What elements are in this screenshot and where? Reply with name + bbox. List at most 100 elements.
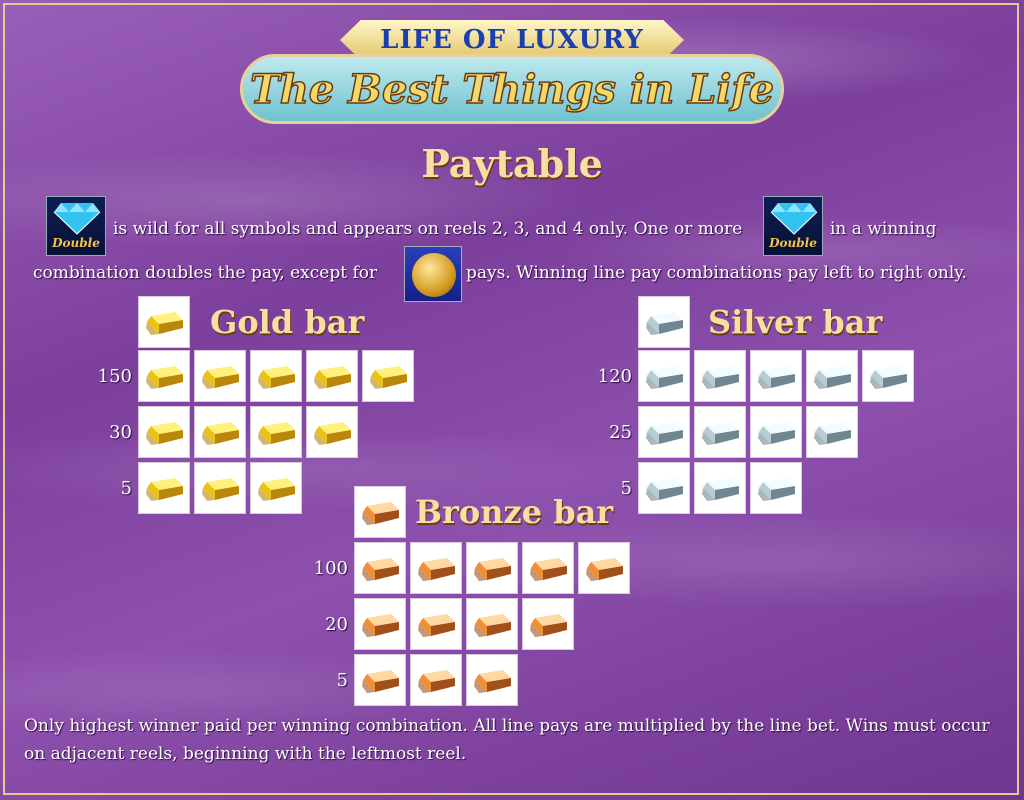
gold-pay-cell [194,462,246,514]
silver-bar-icon [813,420,853,450]
bronze-pay-cell [522,598,574,650]
gold-pay-cell [194,350,246,402]
bronze-bar-icon [417,612,457,642]
silver-pay-cell [862,350,914,402]
footer-note: Only highest winner paid per winning com… [24,716,990,764]
gold-bar-icon [257,476,297,506]
silver-bar-icon [869,364,909,394]
bronze-bar-icon [473,612,513,642]
gold-bar-icon [145,420,185,450]
double-diamond-icon: Double [46,196,106,256]
silver-pay-cell [638,350,690,402]
bronze-pay-cell [466,654,518,706]
silver-pay-value: 25 [609,422,632,443]
silver-pay-cell [806,350,858,402]
silver-bar-icon [645,310,685,340]
silver-pay-cell [806,406,858,458]
double-diamond-icon: Double [763,196,823,256]
bronze-bar-title: Bronze bar [415,493,614,531]
bronze-pay-cell [522,542,574,594]
silver-bar-icon [757,476,797,506]
gold-bar-icon [257,420,297,450]
rules-line2-b: pays. Winning line pay combinations pay … [466,263,968,283]
gold-pay-cell [250,406,302,458]
bronze-pay-cell [466,542,518,594]
logo-main-banner: The Best Things in Life [240,54,784,124]
silver-pay-cell [694,350,746,402]
gold-bar-icon [369,364,409,394]
rules-line1-a: is wild for all symbols and appears on r… [113,219,743,239]
gold-coin-icon [404,246,462,302]
bronze-pay-cell [410,542,462,594]
bronze-bar-icon [417,668,457,698]
bronze-bar-header-icon [354,486,406,538]
silver-pay-cell [694,462,746,514]
gold-bar-icon [145,364,185,394]
silver-pay-cell [638,406,690,458]
gold-pay-value: 30 [109,422,132,443]
bronze-bar-icon [417,556,457,586]
gold-pay-cell [250,350,302,402]
gold-bar-icon [257,364,297,394]
bronze-bar-icon [361,500,401,530]
bronze-bar-icon [529,556,569,586]
gold-pay-value: 5 [120,478,132,499]
gold-pay-cell [138,462,190,514]
bronze-pay-value: 20 [325,614,348,635]
silver-bar-icon [813,364,853,394]
logo-top-text: LIFE OF LUXURY [380,25,644,55]
gold-pay-cell [250,462,302,514]
bronze-pay-cell [410,598,462,650]
silver-pay-cell [750,350,802,402]
bronze-bar-icon [473,556,513,586]
gold-bar-icon [145,476,185,506]
bronze-pay-cell [410,654,462,706]
gold-pay-cell [194,406,246,458]
silver-pay-cell [750,406,802,458]
bronze-pay-cell [578,542,630,594]
gold-pay-cell [306,406,358,458]
gold-bar-icon [201,476,241,506]
silver-bar-title: Silver bar [708,303,883,341]
silver-bar-icon [701,476,741,506]
silver-bar-icon [645,476,685,506]
gold-pay-cell [138,350,190,402]
silver-bar-icon [645,364,685,394]
silver-bar-icon [645,420,685,450]
silver-pay-cell [750,462,802,514]
double-label: Double [769,236,817,250]
gold-bar-title: Gold bar [210,303,365,341]
game-logo: LIFE OF LUXURY The Best Things in Life [240,20,784,128]
gold-bar-icon [313,364,353,394]
bronze-pay-value: 5 [336,670,348,691]
silver-bar-icon [757,420,797,450]
logo-main-text: The Best Things in Life [249,65,775,114]
gold-bar-icon [201,420,241,450]
bronze-bar-icon [361,668,401,698]
bronze-pay-cell [466,598,518,650]
bronze-pay-value: 100 [313,558,348,579]
gold-bar-icon [313,420,353,450]
silver-bar-header-icon [638,296,690,348]
silver-bar-icon [701,420,741,450]
rules-line2-a: combination doubles the pay, except for [33,263,378,283]
bronze-pay-cell [354,654,406,706]
silver-pay-value: 120 [597,366,632,387]
silver-bar-icon [757,364,797,394]
bronze-bar-icon [529,612,569,642]
silver-pay-cell [638,462,690,514]
bronze-bar-icon [473,668,513,698]
bronze-pay-cell [354,598,406,650]
gold-pay-cell [362,350,414,402]
page-title: Paytable [421,141,603,186]
bronze-pay-cell [354,542,406,594]
double-label: Double [52,236,100,250]
gold-pay-value: 150 [97,366,132,387]
rules-line1-b: in a winning [830,219,937,239]
bronze-bar-icon [585,556,625,586]
silver-bar-icon [701,364,741,394]
gold-pay-cell [306,350,358,402]
gold-bar-icon [145,310,185,340]
gold-bar-header-icon [138,296,190,348]
gold-bar-icon [201,364,241,394]
